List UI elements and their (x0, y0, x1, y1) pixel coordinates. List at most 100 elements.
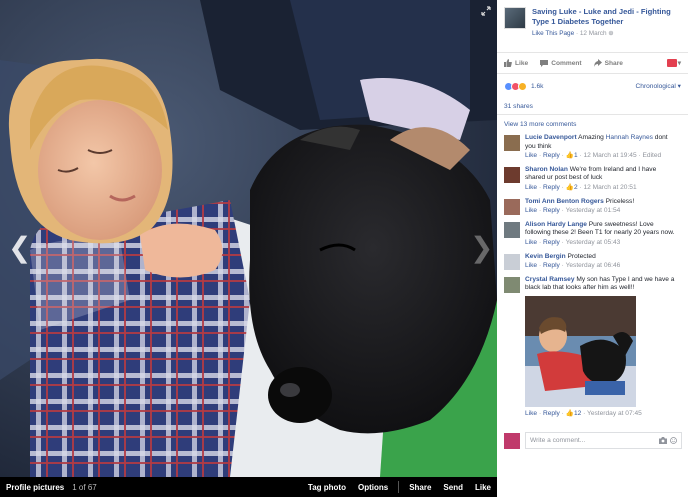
react-as-selector[interactable]: ▾ (666, 59, 681, 67)
comment-actions: Like · Reply · 👍2 · 12 March at 20:51 (525, 183, 637, 191)
avatar[interactable] (504, 166, 520, 183)
thumbs-up-icon (504, 59, 512, 67)
comment: Sharon Nolan We're from Ireland and I ha… (497, 166, 688, 193)
comment-time[interactable]: Yesterday at 01:54 (566, 207, 621, 214)
comment-reply-link[interactable]: Reply (543, 410, 560, 417)
comment-author[interactable]: Kevin Bergin (525, 253, 566, 260)
like-count-value: 1 (573, 152, 578, 160)
shares-link[interactable]: 31 shares (497, 99, 688, 115)
comment-body: Lucie Davenport Amazing Hannah Raynes do… (525, 134, 678, 161)
main-photo[interactable] (0, 0, 497, 477)
comment-time[interactable]: 12 March at 20:51 (583, 184, 636, 191)
album-link[interactable]: Profile pictures (6, 483, 64, 492)
photo-viewer: ❮ ❯ Profile pictures 1 of 67 Tag photo O… (0, 0, 688, 497)
comment-author[interactable]: Alison Hardy Lange (525, 221, 587, 228)
avatar[interactable] (504, 432, 520, 449)
reaction-count[interactable]: 1.6k (531, 83, 543, 90)
comment-actions: Like · Reply · Yesterday at 01:54 (525, 207, 621, 215)
comment-like-link[interactable]: Like (525, 207, 537, 214)
comment-like-count[interactable]: 👍12 (566, 410, 582, 417)
divider (398, 481, 400, 493)
avatar[interactable] (504, 135, 520, 151)
comment-time[interactable]: Yesterday at 06:46 (566, 262, 621, 269)
like-count-value: 12 (573, 409, 582, 417)
comment: Crystal Ramsey My son has Type I and we … (497, 276, 688, 419)
comment-order-dropdown[interactable]: Chronological ▾ (636, 82, 681, 90)
like-photo-button[interactable]: Like (469, 483, 497, 492)
comment-time[interactable]: Yesterday at 07:45 (587, 410, 642, 417)
expand-icon[interactable] (481, 6, 491, 16)
comment-text-line: Crystal Ramsey My son has Type I and we … (525, 276, 678, 293)
comment-like-link[interactable]: Like (525, 184, 537, 191)
share-photo-button[interactable]: Share (403, 483, 437, 492)
comment: Alison Hardy Lange Pure sweetness! Love … (497, 221, 688, 248)
comment-body: Crystal Ramsey My son has Type I and we … (525, 276, 678, 419)
comment-body: Tomi Ann Benton Rogers Priceless! Like ·… (525, 198, 678, 216)
next-photo-button[interactable]: ❯ (470, 234, 493, 262)
send-button[interactable]: Send (437, 483, 469, 492)
comment-author[interactable]: Crystal Ramsey (525, 276, 574, 283)
comment-button[interactable]: Comment (540, 59, 582, 67)
view-more-comments[interactable]: View 13 more comments (497, 118, 688, 132)
comment-body: Kevin Bergin Protected Like · Reply · Ye… (525, 253, 678, 271)
comment-reply-link[interactable]: Reply (543, 239, 560, 246)
globe-icon: ⊕ (608, 30, 614, 37)
comment-input[interactable]: Write a comment... (525, 432, 682, 449)
comment-like-count[interactable]: 👍1 (566, 152, 578, 159)
comment-like-link[interactable]: Like (525, 262, 537, 269)
share-icon (593, 59, 602, 67)
chevron-down-icon: ▾ (677, 60, 681, 67)
comment-actions: Like · Reply · Yesterday at 06:46 (525, 262, 621, 270)
comment: Lucie Davenport Amazing Hannah Raynes do… (497, 134, 688, 161)
like-page-link[interactable]: Like This Page (532, 30, 574, 37)
photo-bottom-bar: Profile pictures 1 of 67 Tag photo Optio… (0, 477, 497, 497)
comment: Kevin Bergin Protected Like · Reply · Ye… (497, 253, 688, 271)
camera-icon[interactable] (659, 437, 667, 444)
comment-text-line: Tomi Ann Benton Rogers Priceless! (525, 198, 678, 207)
avatar[interactable] (504, 221, 520, 238)
emoji-icon[interactable] (670, 437, 677, 444)
comment-author[interactable]: Sharon Nolan (525, 166, 568, 173)
avatar[interactable] (504, 198, 520, 215)
like-label: Like (515, 59, 529, 67)
comment-text: Protected (567, 252, 596, 260)
tag-photo-button[interactable]: Tag photo (302, 483, 352, 492)
post-date[interactable]: 12 March (580, 30, 607, 37)
comment-photo[interactable] (525, 295, 636, 407)
options-button[interactable]: Options (352, 483, 394, 492)
comment-reply-link[interactable]: Reply (543, 207, 560, 214)
comment-body: Sharon Nolan We're from Ireland and I ha… (525, 166, 678, 193)
comment-reply-link[interactable]: Reply (543, 152, 560, 159)
photo-actions: Tag photo Options Share Send Like (302, 477, 497, 497)
mention-link[interactable]: Hannah Raynes (606, 134, 653, 141)
page-flag-icon (666, 59, 677, 67)
page-name-link[interactable]: Saving Luke - Luke and Jedi - Fighting T… (532, 7, 682, 27)
comment-actions: Like · Reply · 👍1 · 12 March at 19:45 · … (525, 152, 662, 160)
avatar[interactable] (504, 253, 520, 270)
previous-photo-button[interactable]: ❮ (8, 234, 31, 262)
comment-reply-link[interactable]: Reply (543, 184, 560, 191)
comment-actions: Like · Reply · Yesterday at 05:43 (525, 238, 621, 246)
comment-reply-link[interactable]: Reply (543, 262, 560, 269)
share-label: Share (604, 59, 623, 67)
comment-author[interactable]: Lucie Davenport (525, 134, 577, 141)
share-button[interactable]: Share (593, 59, 623, 67)
comment-like-link[interactable]: Like (525, 239, 537, 246)
comment-label: Comment (551, 59, 582, 67)
post-actions: Like Comment Share ▾ (497, 52, 688, 74)
comment-time[interactable]: 12 March at 19:45 (583, 152, 636, 159)
post-meta: Like This Page · 12 March ⊕ (532, 29, 682, 37)
page-avatar[interactable] (504, 7, 526, 29)
comment-text: Amazing (578, 134, 604, 141)
like-button[interactable]: Like (504, 59, 528, 67)
comment-like-link[interactable]: Like (525, 410, 537, 417)
comment-like-count[interactable]: 👍2 (566, 184, 578, 191)
reactions-summary[interactable]: 1.6k Chronological ▾ (497, 77, 688, 95)
edited-label[interactable]: Edited (643, 152, 662, 159)
page-info: Saving Luke - Luke and Jedi - Fighting T… (532, 7, 682, 52)
page-header: Saving Luke - Luke and Jedi - Fighting T… (497, 0, 688, 52)
comment-time[interactable]: Yesterday at 05:43 (566, 239, 621, 246)
comment-author[interactable]: Tomi Ann Benton Rogers (525, 198, 604, 205)
avatar[interactable] (504, 276, 520, 293)
comment-like-link[interactable]: Like (525, 152, 537, 159)
